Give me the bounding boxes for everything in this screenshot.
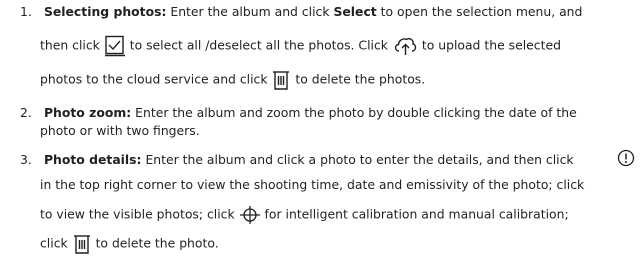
item-1-line-2: then click to select all /deselect all t… — [20, 35, 561, 57]
item-3-line-3: to view the visible photos; click for in… — [20, 205, 569, 225]
item-1-line-1: 1. Selecting photos: Enter the album and… — [20, 4, 582, 20]
trash-icon — [72, 233, 92, 255]
item-2-line-1: 2. Photo zoom: Enter the album and zoom … — [20, 105, 577, 121]
text: Enter the album and click — [170, 4, 334, 19]
text: to upload the selected — [417, 37, 561, 53]
text: to delete the photo. — [91, 235, 219, 251]
trash-icon — [271, 69, 291, 91]
item-3-line-2: in the top right corner to view the shoo… — [20, 177, 584, 193]
item-1-line-3: photos to the cloud service and click to… — [20, 69, 425, 91]
item-3-line-4: click to delete the photo. — [20, 233, 219, 255]
text: to select all /deselect all the photos. … — [125, 37, 392, 53]
item-3-line-1: 3. Photo details: Enter the album and cl… — [20, 152, 574, 168]
text: to view the visible photos; click — [40, 206, 239, 222]
text: Enter the album and click a photo to ent… — [141, 152, 574, 167]
select-keyword: Select — [333, 4, 377, 19]
text: photos to the cloud service and click — [40, 71, 272, 87]
page: { "items": [ { "number": "1.", "title": … — [0, 0, 641, 257]
crosshair-icon — [239, 205, 261, 225]
text: photo or with two fingers. — [40, 123, 200, 138]
text: Enter the album and zoom the photo by do… — [131, 105, 577, 120]
text: then click — [40, 37, 104, 53]
text: in the top right corner to view the shoo… — [40, 177, 585, 192]
checkbox-icon — [104, 35, 126, 57]
item-number: 2. — [20, 105, 32, 120]
item-number: 1. — [20, 4, 32, 19]
info-icon — [616, 148, 636, 168]
item-number: 3. — [20, 152, 32, 167]
item-title: Photo details: — [43, 152, 142, 167]
text: for intelligent calibration and manual c… — [260, 206, 569, 222]
text: click — [40, 235, 72, 251]
item-2-line-2: photo or with two fingers. — [20, 123, 200, 139]
text: to open the selection menu, and — [376, 4, 583, 19]
cloud-upload-icon — [392, 35, 418, 57]
item-title: Photo zoom: — [43, 105, 132, 120]
text: to delete the photos. — [291, 71, 426, 87]
item-title: Selecting photos: — [43, 4, 167, 19]
